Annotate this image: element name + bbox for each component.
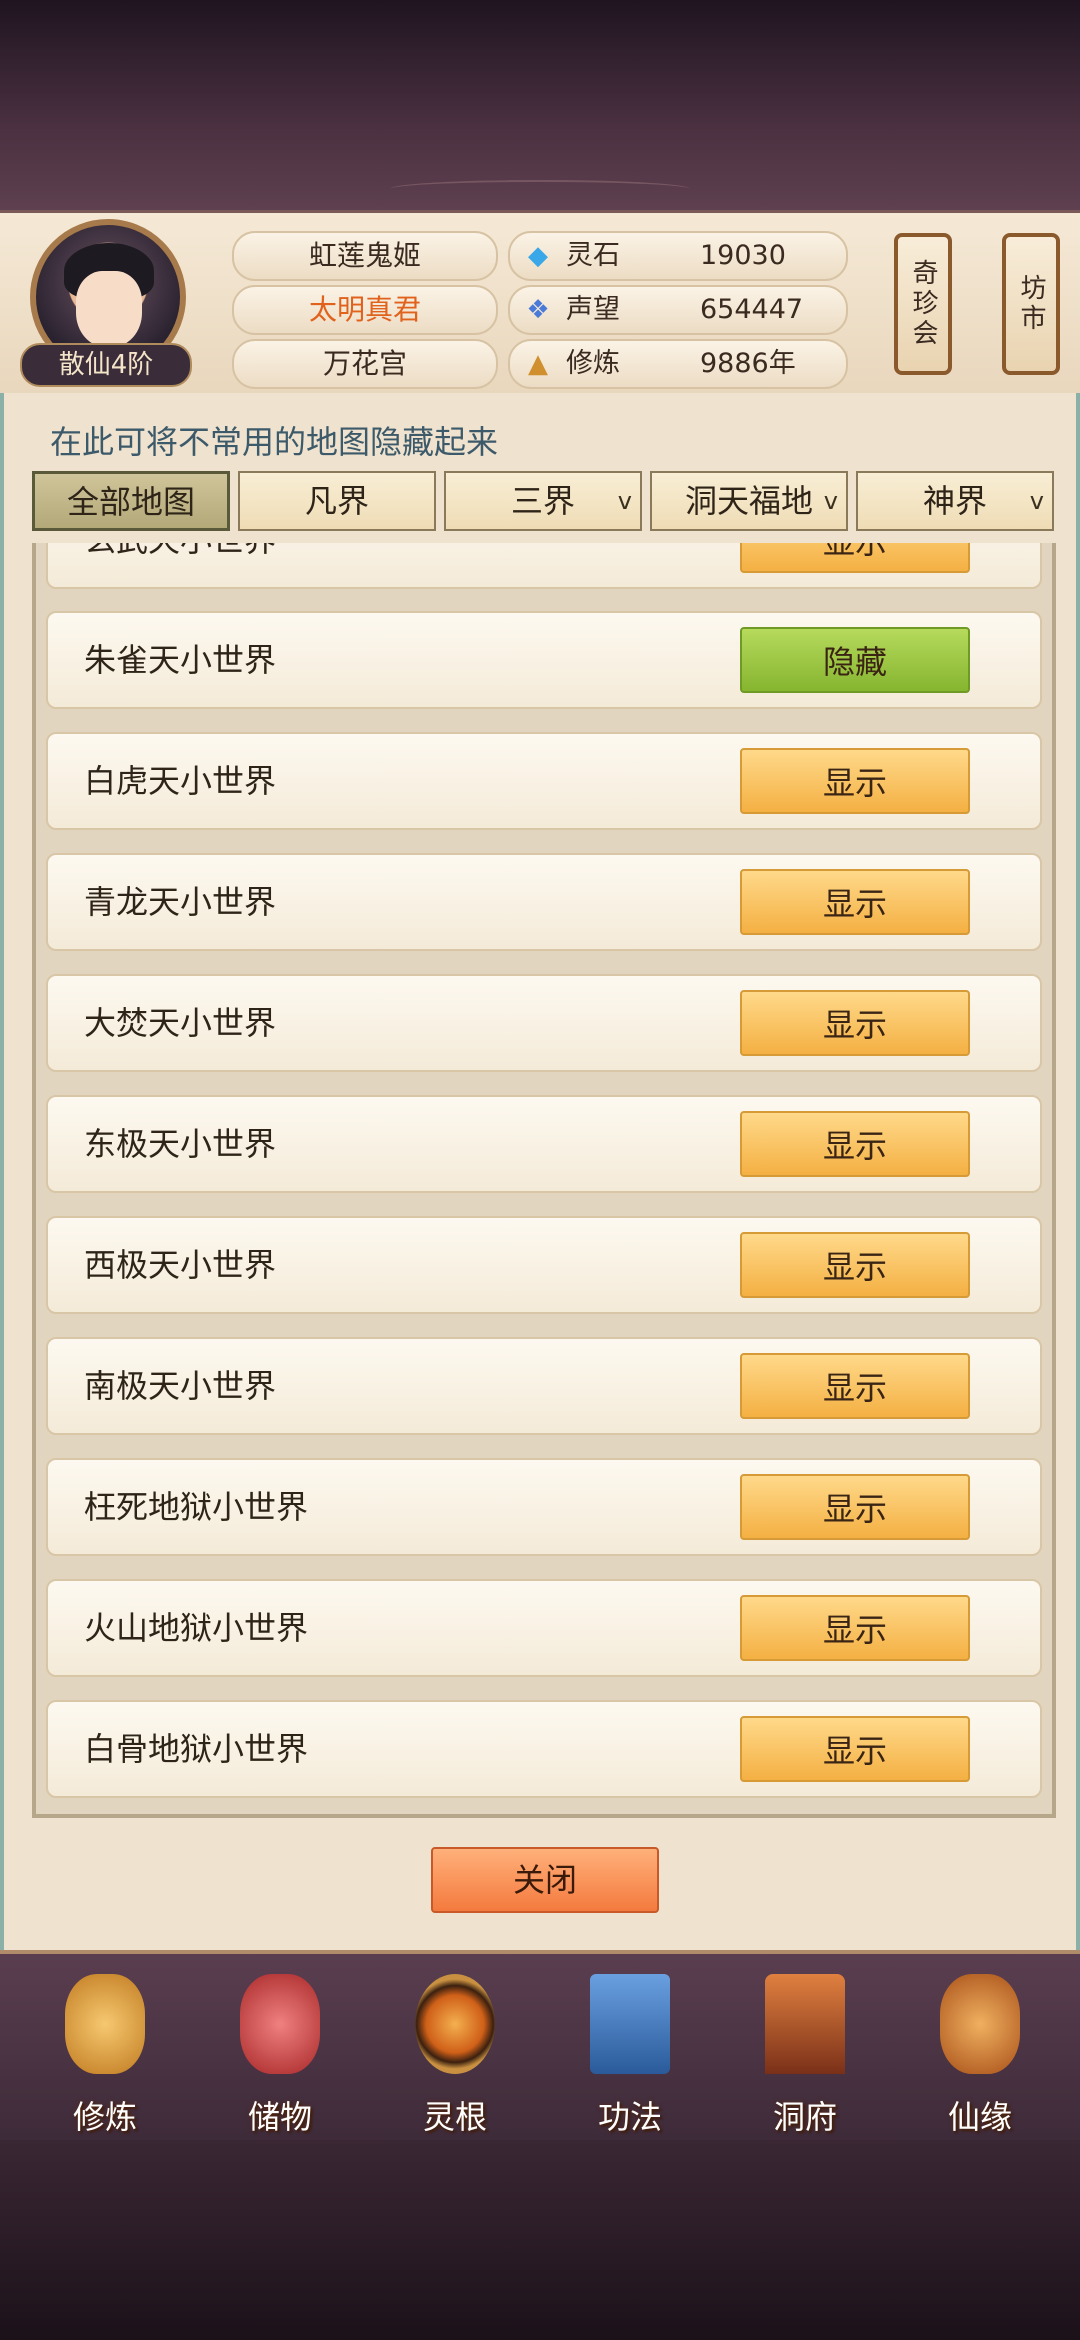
- nav-label: 功法: [597, 2098, 662, 2136]
- list-item: 白骨地狱小世界 显示: [46, 1700, 1042, 1798]
- close-button[interactable]: 关闭: [431, 1847, 659, 1913]
- storage-bag-icon: [240, 1974, 320, 2074]
- toggle-visibility-button[interactable]: 显示: [740, 1232, 970, 1298]
- cave-house-icon: [765, 1974, 845, 2074]
- stat-value: 9886年: [700, 348, 796, 379]
- toggle-visibility-button[interactable]: 显示: [740, 1474, 970, 1540]
- toggle-visibility-button[interactable]: 隐藏: [740, 627, 970, 693]
- map-name: 白虎天小世界: [84, 762, 277, 800]
- bottom-background: [0, 2140, 1080, 2340]
- treasure-fair-button[interactable]: 奇珍会: [894, 233, 952, 375]
- map-name: 南极天小世界: [84, 1367, 277, 1405]
- cultivate-icon: [65, 1974, 145, 2074]
- toggle-visibility-button[interactable]: 显示: [740, 990, 970, 1056]
- map-name: 枉死地狱小世界: [84, 1488, 309, 1526]
- map-name: 白骨地狱小世界: [84, 1730, 309, 1768]
- nav-label: 储物: [247, 2098, 312, 2136]
- tab-label: 神界: [922, 482, 987, 520]
- stat-label: 灵石: [566, 240, 620, 271]
- list-item: 青龙天小世界 显示: [46, 853, 1042, 951]
- stat-value: 19030: [700, 240, 786, 271]
- nav-item-cultivate[interactable]: 修炼: [30, 1964, 180, 2136]
- avatar-face: [76, 271, 142, 347]
- player-title: 太明真君: [232, 285, 498, 335]
- map-name: 朱雀天小世界: [84, 641, 277, 679]
- spirit-root-icon: [415, 1974, 495, 2074]
- nav-item-spirit-root[interactable]: 灵根: [380, 1964, 530, 2136]
- player-name: 虹莲鬼姬: [232, 231, 498, 281]
- chevron-down-icon: v: [1029, 487, 1044, 515]
- nav-item-fate[interactable]: 仙缘: [905, 1964, 1055, 2136]
- list-item: 西极天小世界 显示: [46, 1216, 1042, 1314]
- tab-blessed-lands[interactable]: 洞天福地 v: [650, 471, 848, 531]
- tab-mortal-realm[interactable]: 凡界: [238, 471, 436, 531]
- nav-item-skills[interactable]: 功法: [555, 1964, 705, 2136]
- stat-cultivation: ▲ 修炼 9886年: [508, 339, 848, 389]
- map-name: 青龙天小世界: [84, 883, 277, 921]
- stat-spirit-stone: ◆ 灵石 19030: [508, 231, 848, 281]
- player-sect: 万花宫: [232, 339, 498, 389]
- gourd-icon: [940, 1974, 1020, 2074]
- list-item: 火山地狱小世界 显示: [46, 1579, 1042, 1677]
- bottom-nav: 修炼 储物 灵根 功法 洞府 仙缘: [0, 1950, 1080, 2144]
- tab-label: 洞天福地: [684, 482, 813, 520]
- top-ornament: [390, 180, 690, 198]
- toggle-visibility-button[interactable]: 显示: [740, 748, 970, 814]
- map-name: 大焚天小世界: [84, 1004, 277, 1042]
- rank-badge: 散仙4阶: [20, 343, 192, 387]
- toggle-visibility-button[interactable]: 显示: [740, 1353, 970, 1419]
- toggle-visibility-button[interactable]: 显示: [740, 869, 970, 935]
- tab-label: 全部地图: [66, 483, 195, 521]
- toggle-visibility-button[interactable]: 显示: [740, 1716, 970, 1782]
- map-tabs: 全部地图 凡界 三界 v 洞天福地 v 神界 v: [32, 471, 1056, 533]
- tab-label: 三界: [510, 482, 575, 520]
- tab-divine-realm[interactable]: 神界 v: [856, 471, 1054, 531]
- stat-value: 654447: [700, 294, 804, 325]
- list-item: 玄武天小世界 显示: [46, 543, 1042, 589]
- nav-label: 灵根: [422, 2098, 487, 2136]
- reputation-icon: ❖: [526, 295, 550, 325]
- panel-hint: 在此可将不常用的地图隐藏起来: [50, 423, 499, 461]
- nav-item-cave[interactable]: 洞府: [730, 1964, 880, 2136]
- nav-label: 洞府: [772, 2098, 837, 2136]
- map-name: 火山地狱小世界: [84, 1609, 309, 1647]
- chevron-down-icon: v: [617, 487, 632, 515]
- map-visibility-panel: 在此可将不常用的地图隐藏起来 全部地图 凡界 三界 v 洞天福地 v 神界 v …: [0, 393, 1080, 1950]
- scripture-book-icon: [590, 1974, 670, 2074]
- map-name: 西极天小世界: [84, 1246, 277, 1284]
- list-item: 东极天小世界 显示: [46, 1095, 1042, 1193]
- nav-item-storage[interactable]: 储物: [205, 1964, 355, 2136]
- toggle-visibility-button[interactable]: 显示: [740, 1595, 970, 1661]
- map-list[interactable]: 玄武天小世界 显示 朱雀天小世界 隐藏 白虎天小世界 显示 青龙天小世界 显示 …: [32, 543, 1056, 1818]
- tab-three-realms[interactable]: 三界 v: [444, 471, 642, 531]
- top-background: [0, 0, 1080, 210]
- list-item: 大焚天小世界 显示: [46, 974, 1042, 1072]
- chevron-down-icon: v: [823, 487, 838, 515]
- stat-label: 声望: [566, 294, 620, 325]
- spirit-stone-icon: ◆: [528, 241, 548, 271]
- tab-label: 凡界: [304, 482, 369, 520]
- toggle-visibility-button[interactable]: 显示: [740, 543, 970, 573]
- list-item: 枉死地狱小世界 显示: [46, 1458, 1042, 1556]
- tab-all-maps[interactable]: 全部地图: [32, 471, 230, 531]
- nav-label: 修炼: [72, 2098, 137, 2136]
- stat-reputation: ❖ 声望 654447: [508, 285, 848, 335]
- player-header: 散仙4阶 虹莲鬼姬 太明真君 万花宫 ◆ 灵石 19030 ❖ 声望 65444…: [0, 210, 1080, 396]
- market-button[interactable]: 坊市: [1002, 233, 1060, 375]
- map-name: 玄武天小世界: [84, 543, 276, 587]
- nav-label: 仙缘: [947, 2098, 1012, 2136]
- cultivation-icon: ▲: [528, 349, 548, 379]
- list-item: 朱雀天小世界 隐藏: [46, 611, 1042, 709]
- map-name: 东极天小世界: [84, 1125, 277, 1163]
- list-item: 南极天小世界 显示: [46, 1337, 1042, 1435]
- stat-label: 修炼: [566, 348, 620, 379]
- list-item: 白虎天小世界 显示: [46, 732, 1042, 830]
- toggle-visibility-button[interactable]: 显示: [740, 1111, 970, 1177]
